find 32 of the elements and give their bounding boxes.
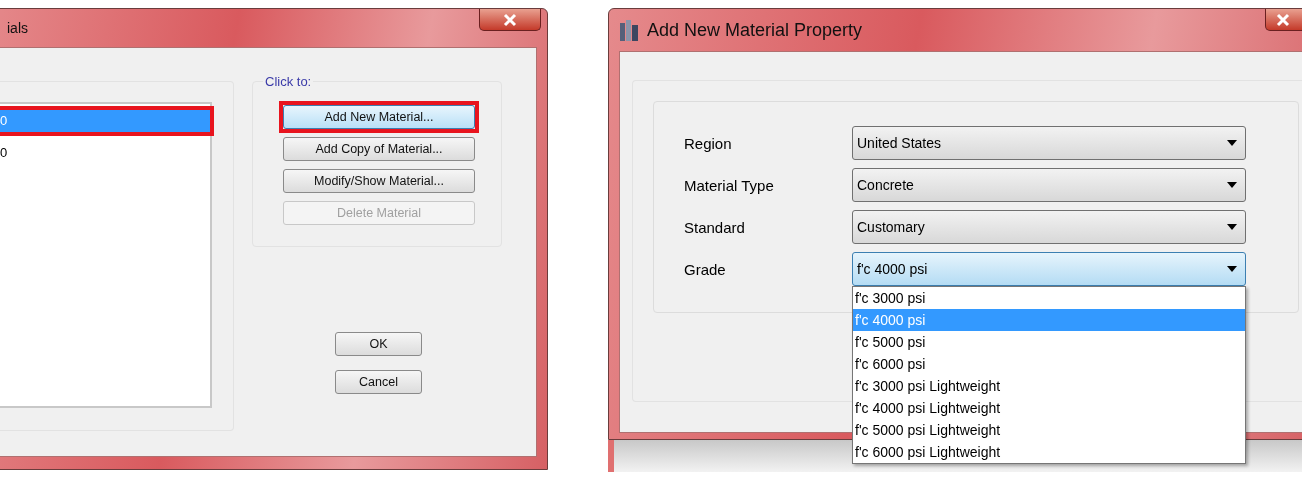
dropdown-option[interactable]: f'c 3000 psi Lightweight	[853, 375, 1245, 397]
window-title: ials	[7, 20, 28, 36]
close-icon	[503, 12, 517, 27]
caret-icon	[1227, 224, 1237, 230]
field-label: Standard	[684, 218, 746, 236]
dropdown-option[interactable]: f'c 6000 psi	[853, 353, 1245, 375]
close-button[interactable]	[1265, 9, 1302, 31]
material-button[interactable]: Add New Material...	[283, 105, 475, 129]
dropdown-option[interactable]: f'c 5000 psi Lightweight	[853, 419, 1245, 441]
dropdown-field[interactable]: Concrete	[852, 168, 1246, 202]
window-title: Add New Material Property	[647, 19, 863, 41]
dropdown-field[interactable]: Customary	[852, 210, 1246, 244]
dropdown-option[interactable]: f'c 4000 psi Lightweight	[853, 397, 1245, 419]
dropdown-field[interactable]: United States	[852, 126, 1246, 160]
list-item[interactable]: 0	[0, 142, 210, 164]
dropdown-option[interactable]: f'c 6000 psi Lightweight	[853, 441, 1245, 463]
field-label: Region	[684, 134, 733, 152]
dropdown-field[interactable]: f'c 4000 psi	[852, 252, 1246, 286]
field-label: Grade	[684, 260, 727, 278]
caret-icon	[1227, 182, 1237, 188]
caret-icon	[1227, 266, 1237, 272]
material-button[interactable]: Add Copy of Material...	[283, 137, 475, 161]
dialog-button[interactable]: OK	[335, 332, 422, 356]
dropdown-option[interactable]: f'c 5000 psi	[853, 331, 1245, 353]
close-icon	[1276, 12, 1290, 27]
field-label: Material Type	[684, 176, 775, 194]
close-button[interactable]	[479, 9, 541, 31]
material-button[interactable]: Modify/Show Material...	[283, 169, 475, 193]
dropdown-option[interactable]: f'c 3000 psi	[853, 287, 1245, 309]
group-label: Click to:	[263, 74, 314, 89]
caret-icon	[1227, 140, 1237, 146]
dialog-button[interactable]: Cancel	[335, 370, 422, 394]
